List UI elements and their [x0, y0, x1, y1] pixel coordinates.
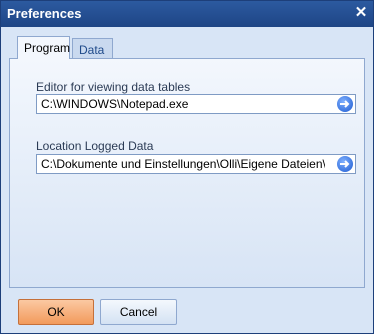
editor-path-field — [36, 94, 356, 114]
logged-data-path-field — [36, 154, 356, 174]
logged-data-label: Location Logged Data — [36, 139, 154, 153]
window-title: Preferences — [7, 6, 82, 21]
browse-arrow-icon[interactable] — [337, 96, 353, 112]
logged-data-path-input[interactable] — [37, 155, 329, 173]
tab-program[interactable]: Program — [17, 36, 70, 59]
editor-label: Editor for viewing data tables — [36, 80, 191, 94]
close-icon[interactable]: ✕ — [353, 4, 369, 22]
browse-arrow-icon[interactable] — [337, 156, 353, 172]
program-tab-panel: Editor for viewing data tables Location … — [9, 58, 365, 288]
cancel-button[interactable]: Cancel — [100, 299, 177, 325]
preferences-window: Preferences ✕ Program Data Editor for vi… — [0, 0, 374, 334]
tab-data[interactable]: Data — [72, 38, 113, 58]
ok-button[interactable]: OK — [18, 299, 94, 325]
editor-path-input[interactable] — [37, 95, 329, 113]
title-bar[interactable]: Preferences ✕ — [1, 1, 373, 27]
